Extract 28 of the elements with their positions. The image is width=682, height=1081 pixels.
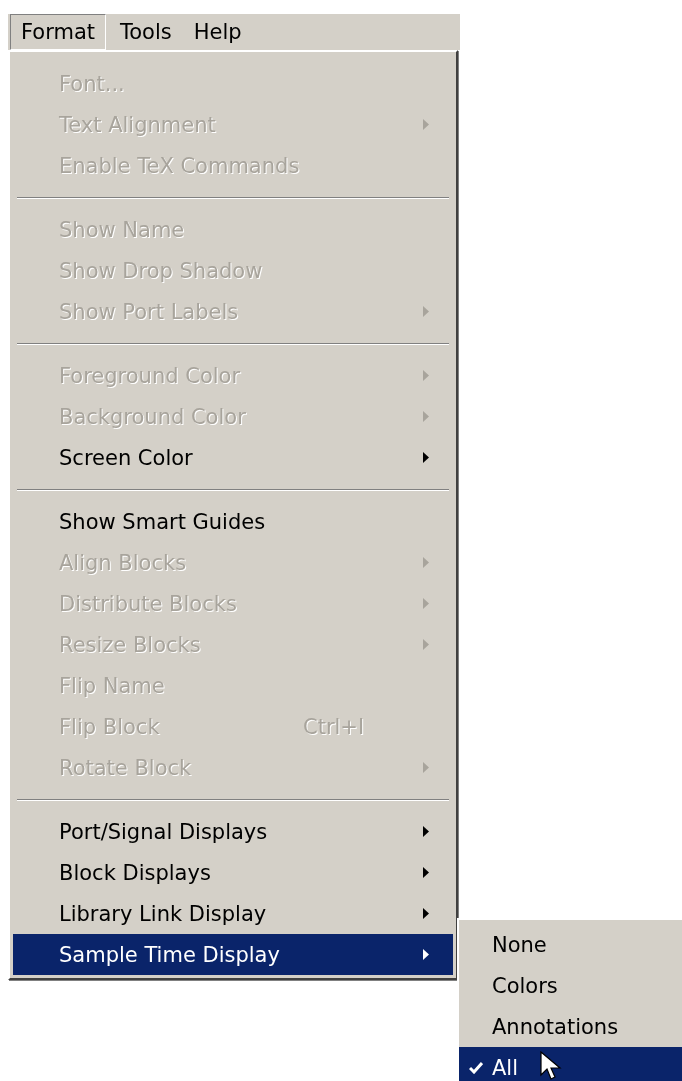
submenu-arrow-icon — [423, 370, 429, 381]
menu-item[interactable]: Annotations — [459, 1006, 682, 1047]
submenu-arrow-icon — [423, 639, 429, 650]
menu-item[interactable]: Port/Signal Displays — [13, 811, 453, 852]
menu-item[interactable]: Colors — [459, 965, 682, 1006]
menu-item[interactable]: Show Smart Guides — [13, 501, 453, 542]
submenu-arrow-icon — [423, 762, 429, 773]
menu-bar-item[interactable]: Tools — [112, 14, 180, 50]
menu-bar-item[interactable]: Help — [185, 14, 250, 50]
checkmark-icon — [468, 1061, 483, 1074]
submenu-arrow-icon — [423, 557, 429, 568]
submenu-arrow-icon — [423, 452, 429, 463]
submenu-arrow-icon — [423, 867, 429, 878]
submenu-arrow-icon — [423, 306, 429, 317]
menu-item[interactable]: Library Link Display — [13, 893, 453, 934]
submenu-arrow-icon — [423, 826, 429, 837]
menu-item[interactable]: Block Displays — [13, 852, 453, 893]
menu-item[interactable]: Screen Color — [13, 437, 453, 478]
menu-bar-item[interactable]: Format — [10, 14, 106, 50]
submenu-arrow-icon — [423, 411, 429, 422]
menu-item[interactable]: Sample Time Display — [13, 934, 453, 975]
submenu-arrow-icon — [423, 598, 429, 609]
submenu-arrow-icon — [423, 119, 429, 130]
submenu-arrow-icon — [423, 908, 429, 919]
submenu-arrow-icon — [423, 949, 429, 960]
menu-item[interactable]: None — [459, 924, 682, 965]
mouse-pointer-icon — [540, 1051, 562, 1081]
menu-item[interactable]: All — [459, 1047, 682, 1081]
